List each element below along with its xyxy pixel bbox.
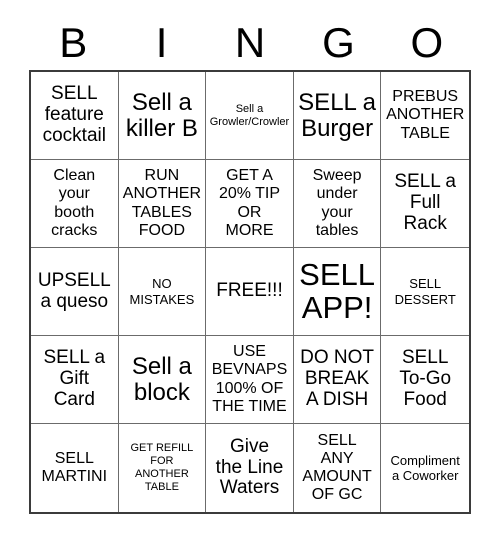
bingo-cell-label: NO MISTAKES — [129, 276, 195, 307]
bingo-cell-r4-c5[interactable]: SELL To-Go Food — [381, 336, 469, 424]
bingo-cell-r2-c3[interactable]: GET A 20% TIP OR MORE — [206, 160, 294, 248]
bingo-cell-r1-c4[interactable]: SELL a Burger — [293, 72, 382, 160]
bingo-cell-label: SELL APP! — [299, 256, 376, 325]
bingo-cell-label: SELL To-Go Food — [399, 347, 452, 410]
bingo-cell-r3-c4[interactable]: SELL APP! — [293, 248, 382, 336]
bingo-cell-r5-c1[interactable]: SELL MARTINI — [31, 424, 119, 512]
bingo-cell-label: SELL feature cocktail — [42, 83, 106, 146]
bingo-cell-label: Sell a killer B — [125, 88, 198, 142]
bingo-cell-r4-c1[interactable]: SELL a Gift Card — [31, 336, 119, 424]
bingo-cell-label: UPSELL a queso — [37, 269, 111, 312]
bingo-cell-r2-c2[interactable]: RUN ANOTHER TABLES FOOD — [118, 160, 207, 248]
bingo-cell-label: SELL ANY AMOUNT OF GC — [302, 431, 372, 504]
bingo-cell-r5-c4[interactable]: SELL ANY AMOUNT OF GC — [293, 424, 382, 512]
bingo-cell-label: Sweep under your tables — [312, 167, 362, 239]
bingo-cell-r1-c3[interactable]: Sell a Growler/Crowler — [206, 72, 294, 160]
bingo-cell-label: PREBUS ANOTHER TABLE — [386, 88, 465, 142]
bingo-cell-r4-c4[interactable]: DO NOT BREAK A DISH — [293, 336, 382, 424]
bingo-cell-label: GET REFILL FOR ANOTHER TABLE — [130, 442, 194, 493]
bingo-cell-label: Give the Line Waters — [215, 435, 284, 499]
bingo-cell-label: SELL DESSERT — [394, 276, 456, 307]
bingo-cell-r1-c5[interactable]: PREBUS ANOTHER TABLE — [381, 72, 469, 160]
bingo-header: BINGO — [29, 16, 471, 70]
bingo-cell-r5-c5[interactable]: Compliment a Coworker — [381, 424, 469, 512]
bingo-cell-label: SELL MARTINI — [41, 449, 108, 485]
bingo-cell-label: Compliment a Coworker — [390, 452, 460, 483]
bingo-card: B I N G O SELL feature cocktail Sell a killer… — [0, 0, 500, 544]
bingo-cell-r1-c1[interactable]: SELL feature cocktail — [31, 72, 119, 160]
bingo-cell-r3-c2[interactable]: NO MISTAKES — [118, 248, 207, 336]
bingo-cell-label: Sell a block — [131, 352, 192, 406]
bingo-header-letter-n: N — [234, 19, 266, 66]
bingo-cell-r3-c3[interactable]: FREE!!! — [206, 248, 294, 336]
bingo-cell-label: SELL a Gift Card — [43, 347, 106, 410]
bingo-cell-r2-c4[interactable]: Sweep under your tables — [293, 160, 382, 248]
bingo-cell-r1-c2[interactable]: Sell a killer B — [118, 72, 207, 160]
bingo-cell-label: SELL a Full Rack — [394, 171, 456, 234]
bingo-header-letter-o: O — [410, 19, 444, 66]
bingo-cell-r2-c5[interactable]: SELL a Full Rack — [381, 160, 469, 248]
bingo-cell-r3-c5[interactable]: SELL DESSERT — [381, 248, 469, 336]
bingo-cell-label: RUN ANOTHER TABLES FOOD — [122, 167, 201, 239]
bingo-cell-label: Sell a Growler/Crowler — [209, 102, 290, 128]
bingo-cell-r3-c1[interactable]: UPSELL a queso — [31, 248, 119, 336]
bingo-cell-label: GET A 20% TIP OR MORE — [218, 167, 281, 239]
bingo-cell-r4-c3[interactable]: USE BEVNAPS 100% OF THE TIME — [206, 336, 294, 424]
bingo-cell-r4-c2[interactable]: Sell a block — [118, 336, 207, 424]
bingo-cell-label: FREE!!! — [216, 280, 283, 302]
bingo-header-letter-i: I — [155, 19, 168, 66]
bingo-header-letter-g: G — [322, 19, 355, 66]
bingo-header-letter-b: B — [59, 19, 88, 66]
bingo-grid: SELL feature cocktail Sell a killer B Sell… — [29, 70, 471, 514]
bingo-cell-label: USE BEVNAPS 100% OF THE TIME — [211, 343, 288, 415]
bingo-cell-r2-c1[interactable]: Clean your booth cracks — [31, 160, 119, 248]
bingo-cell-label: DO NOT BREAK A DISH — [300, 347, 375, 410]
bingo-cell-r5-c2[interactable]: GET REFILL FOR ANOTHER TABLE — [118, 424, 207, 512]
bingo-cell-label: SELL a Burger — [298, 88, 377, 142]
bingo-cell-label: Clean your booth cracks — [51, 167, 98, 239]
bingo-cell-r5-c3[interactable]: Give the Line Waters — [206, 424, 294, 512]
